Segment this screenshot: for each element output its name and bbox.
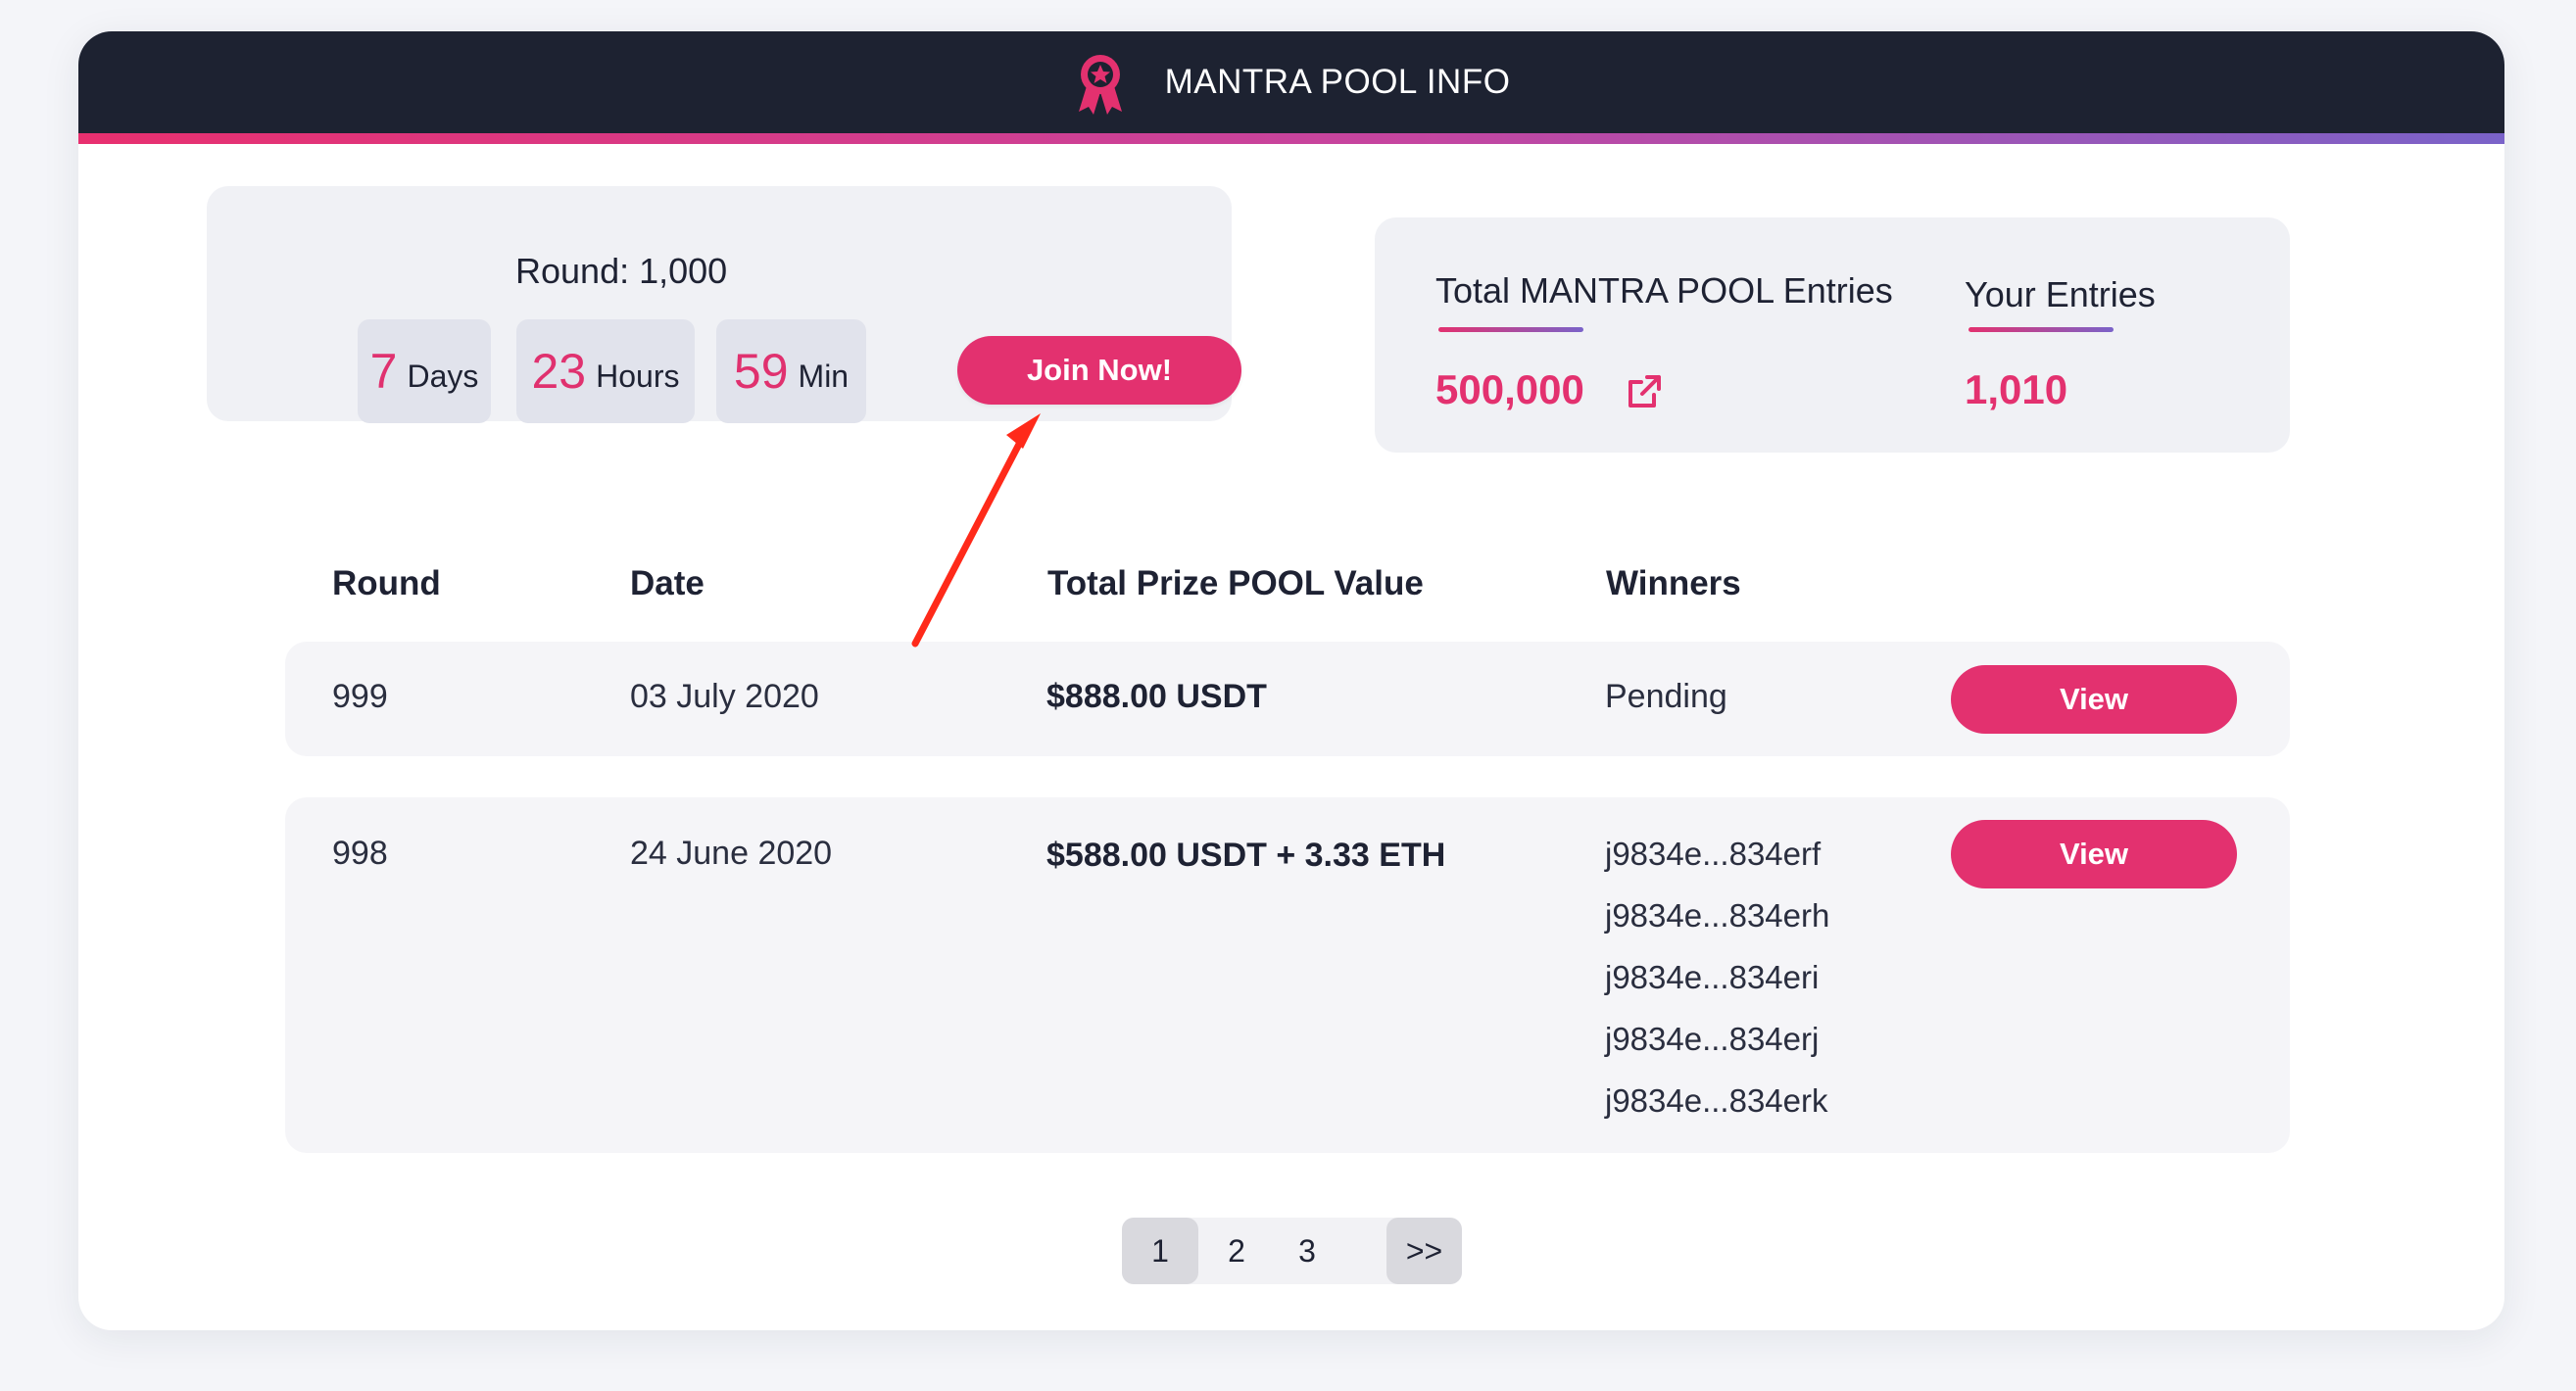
row-prize: $588.00 USDT + 3.33 ETH [1046,837,1446,874]
page-title: MANTRA POOL INFO [1164,63,1511,101]
total-entries-label: Total MANTRA POOL Entries [1435,270,1893,311]
external-link-icon[interactable] [1625,372,1664,411]
row-round: 999 [332,678,388,715]
join-now-button[interactable]: Join Now! [957,336,1241,405]
minutes-unit: Min [798,358,850,394]
next-page-button[interactable]: >> [1386,1218,1462,1284]
header: MANTRA POOL INFO [78,31,2504,133]
row-winners: Pending [1605,678,1727,715]
your-entries-underline [1968,327,2114,332]
total-entries-underline [1438,327,1583,332]
minutes-box: 59 Min [716,319,866,423]
header-prize: Total Prize POOL Value [1047,564,1424,602]
your-entries-value: 1,010 [1965,366,2068,412]
page-3-button[interactable]: 3 [1283,1218,1332,1284]
minutes-value: 59 [733,344,789,399]
pagination: 1 2 3 >> [1122,1218,1462,1284]
days-box: 7 Days [358,319,491,423]
days-unit: Days [407,358,479,394]
winners-list: j9834e...834erf j9834e...834erh j9834e..… [1605,835,1829,1143]
winner-address: j9834e...834erj [1605,1021,1820,1057]
winner-address: j9834e...834erh [1605,897,1830,934]
header-winners: Winners [1606,564,1741,602]
winner-address: j9834e...834eri [1605,959,1820,995]
header-round: Round [332,564,441,602]
entries-panel [1375,217,2290,453]
page-1-button[interactable]: 1 [1122,1218,1198,1284]
row-date: 03 July 2020 [630,678,819,715]
page-2-button[interactable]: 2 [1212,1218,1261,1284]
total-entries-value: 500,000 [1435,366,1584,412]
hours-box: 23 Hours [516,319,695,423]
winner-address: j9834e...834erf [1605,836,1822,872]
row-date: 24 June 2020 [630,835,833,872]
view-button[interactable]: View [1951,665,2237,734]
hours-unit: Hours [596,358,680,394]
days-value: 7 [369,344,398,399]
row-round: 998 [332,835,388,872]
your-entries-label: Your Entries [1965,274,2156,314]
winner-address: j9834e...834erk [1605,1082,1828,1119]
row-prize: $888.00 USDT [1046,678,1267,715]
view-button[interactable]: View [1951,820,2237,888]
hours-value: 23 [531,344,587,399]
award-ribbon-icon [1078,55,1122,115]
header-date: Date [630,564,705,602]
round-label: Round: 1,000 [515,251,728,291]
header-gradient-bar [78,133,2504,144]
